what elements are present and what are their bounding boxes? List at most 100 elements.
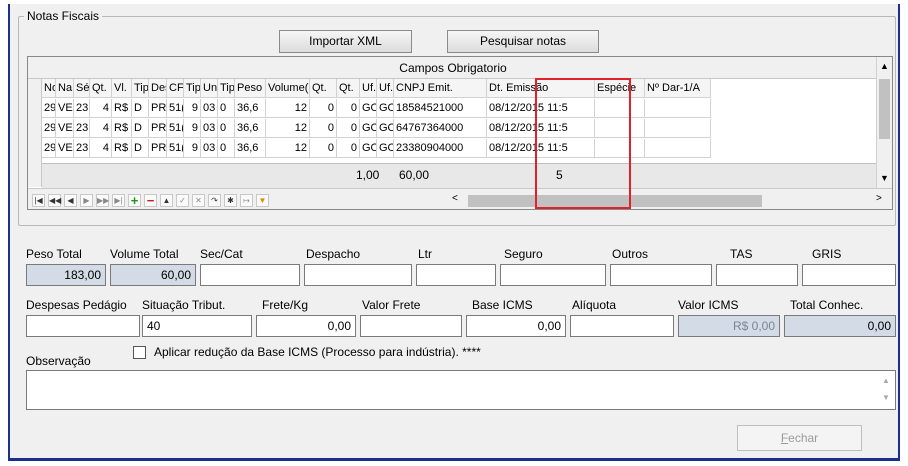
column-header[interactable]: Uf. xyxy=(360,79,377,98)
post-record-icon[interactable]: ✓ xyxy=(176,194,189,207)
column-header[interactable]: Tip xyxy=(218,79,235,98)
table-cell[interactable]: 51( xyxy=(167,139,184,158)
table-cell[interactable]: GO xyxy=(377,99,394,118)
volume-total-field[interactable]: 60,00 xyxy=(110,264,196,286)
column-header[interactable]: CF xyxy=(167,79,184,98)
sec-cat-field[interactable] xyxy=(200,264,300,286)
table-cell[interactable]: 0 xyxy=(337,99,360,118)
column-header[interactable]: Qt. xyxy=(310,79,337,98)
ltr-field[interactable] xyxy=(416,264,496,286)
grid-vertical-scrollbar[interactable]: ▲ ▼ xyxy=(876,57,892,188)
table-cell[interactable]: GO xyxy=(360,119,377,138)
table-cell[interactable]: VEN xyxy=(56,139,74,158)
scroll-up-icon[interactable]: ▲ xyxy=(878,372,894,389)
table-cell[interactable]: 29: xyxy=(42,139,56,158)
table-cell[interactable]: 23: xyxy=(74,139,90,158)
column-header[interactable]: Qt. xyxy=(90,79,112,98)
table-cell[interactable]: 51( xyxy=(167,99,184,118)
table-cell[interactable] xyxy=(645,99,711,118)
observacao-textarea[interactable]: ▲ ▼ xyxy=(26,370,896,410)
column-header[interactable]: Qt. xyxy=(337,79,360,98)
cancel-record-icon[interactable]: ✕ xyxy=(192,194,205,207)
next-page-icon[interactable]: ▶▶ xyxy=(96,194,109,207)
delete-record-icon[interactable]: − xyxy=(144,194,157,207)
valor-frete-field[interactable] xyxy=(360,315,462,337)
vertical-scroll-thumb[interactable] xyxy=(879,79,890,139)
base-icms-field[interactable]: 0,00 xyxy=(466,315,566,337)
table-cell[interactable]: 12 xyxy=(266,119,310,138)
column-header[interactable]: Volume( xyxy=(266,79,310,98)
invoices-grid[interactable]: Campos Obrigatorio NoNaSérQt.Vl.TipDesCF… xyxy=(27,56,893,210)
table-cell[interactable]: VEN xyxy=(56,99,74,118)
table-cell[interactable]: 36,6 xyxy=(235,99,266,118)
table-cell[interactable]: 4 xyxy=(90,139,112,158)
table-cell[interactable]: R$ xyxy=(112,119,132,138)
table-cell[interactable]: 23: xyxy=(74,119,90,138)
last-record-icon[interactable]: ▶| xyxy=(112,194,125,207)
table-cell[interactable]: 23: xyxy=(74,99,90,118)
table-cell[interactable]: 03 xyxy=(201,139,218,158)
edit-record-icon[interactable]: ▲ xyxy=(160,194,173,207)
table-cell[interactable]: 0 xyxy=(337,139,360,158)
table-cell[interactable]: 51( xyxy=(167,119,184,138)
column-header[interactable]: Na xyxy=(56,79,74,98)
scroll-down-icon[interactable]: ▼ xyxy=(880,173,889,183)
table-cell[interactable]: R$ xyxy=(112,99,132,118)
table-cell[interactable]: D xyxy=(132,119,149,138)
prior-page-icon[interactable]: ◀◀ xyxy=(48,194,61,207)
table-cell[interactable]: D xyxy=(132,99,149,118)
table-cell[interactable]: 0 xyxy=(310,139,337,158)
tas-field[interactable] xyxy=(716,264,798,286)
despesas-pedagio-field[interactable] xyxy=(26,315,140,337)
table-cell[interactable]: PRC xyxy=(149,139,167,158)
table-cell[interactable]: 29: xyxy=(42,99,56,118)
table-cell[interactable]: R$ xyxy=(112,139,132,158)
table-cell[interactable]: 0 xyxy=(337,119,360,138)
column-header[interactable]: Des xyxy=(149,79,167,98)
seguro-field[interactable] xyxy=(500,264,606,286)
table-cell[interactable]: VEN xyxy=(56,119,74,138)
despacho-field[interactable] xyxy=(304,264,412,286)
column-header[interactable]: Uf. xyxy=(377,79,394,98)
refresh-icon[interactable]: ↷ xyxy=(208,194,221,207)
table-cell[interactable]: 12 xyxy=(266,139,310,158)
table-cell[interactable] xyxy=(645,119,711,138)
total-conhec-field[interactable]: 0,00 xyxy=(784,315,896,337)
search-notes-button[interactable]: Pesquisar notas xyxy=(447,30,599,53)
import-xml-button[interactable]: Importar XML xyxy=(279,30,412,53)
column-header[interactable]: Tip xyxy=(184,79,201,98)
table-cell[interactable]: PRC xyxy=(149,99,167,118)
column-header[interactable]: CNPJ Emit. xyxy=(394,79,487,98)
table-cell[interactable]: 23380904000 xyxy=(394,139,487,158)
table-cell[interactable]: 36,6 xyxy=(235,139,266,158)
scroll-right-icon[interactable]: > xyxy=(876,193,882,204)
table-cell[interactable]: 0 xyxy=(218,139,235,158)
filter-icon[interactable]: ▼ xyxy=(256,194,269,207)
column-header[interactable]: Vl. xyxy=(112,79,132,98)
reduce-icms-checkbox[interactable] xyxy=(133,346,146,359)
table-cell[interactable]: 03 xyxy=(201,119,218,138)
table-cell[interactable]: 9 xyxy=(184,99,201,118)
table-cell[interactable] xyxy=(645,139,711,158)
table-cell[interactable]: 18584521000 xyxy=(394,99,487,118)
aliquota-field[interactable] xyxy=(570,315,674,337)
table-cell[interactable]: PRC xyxy=(149,119,167,138)
outros-field[interactable] xyxy=(610,264,712,286)
table-cell[interactable]: 9 xyxy=(184,119,201,138)
table-cell[interactable]: GO xyxy=(360,99,377,118)
column-header[interactable]: Nº Dar-1/A xyxy=(645,79,711,98)
table-cell[interactable]: 0 xyxy=(310,99,337,118)
scroll-up-icon[interactable]: ▲ xyxy=(880,61,889,71)
first-record-icon[interactable]: |◀ xyxy=(32,194,45,207)
grid-horizontal-scrollbar[interactable]: < > xyxy=(448,193,892,209)
table-cell[interactable]: GO xyxy=(360,139,377,158)
add-record-icon[interactable]: + xyxy=(128,194,141,207)
column-header[interactable]: Uni xyxy=(201,79,218,98)
table-cell[interactable]: GO xyxy=(377,119,394,138)
table-cell[interactable]: 4 xyxy=(90,99,112,118)
column-header[interactable]: No xyxy=(42,79,56,98)
table-cell[interactable]: 0 xyxy=(218,99,235,118)
table-cell[interactable]: D xyxy=(132,139,149,158)
observacao-scrollbar[interactable]: ▲ ▼ xyxy=(878,372,894,408)
column-header[interactable]: Sér xyxy=(74,79,90,98)
